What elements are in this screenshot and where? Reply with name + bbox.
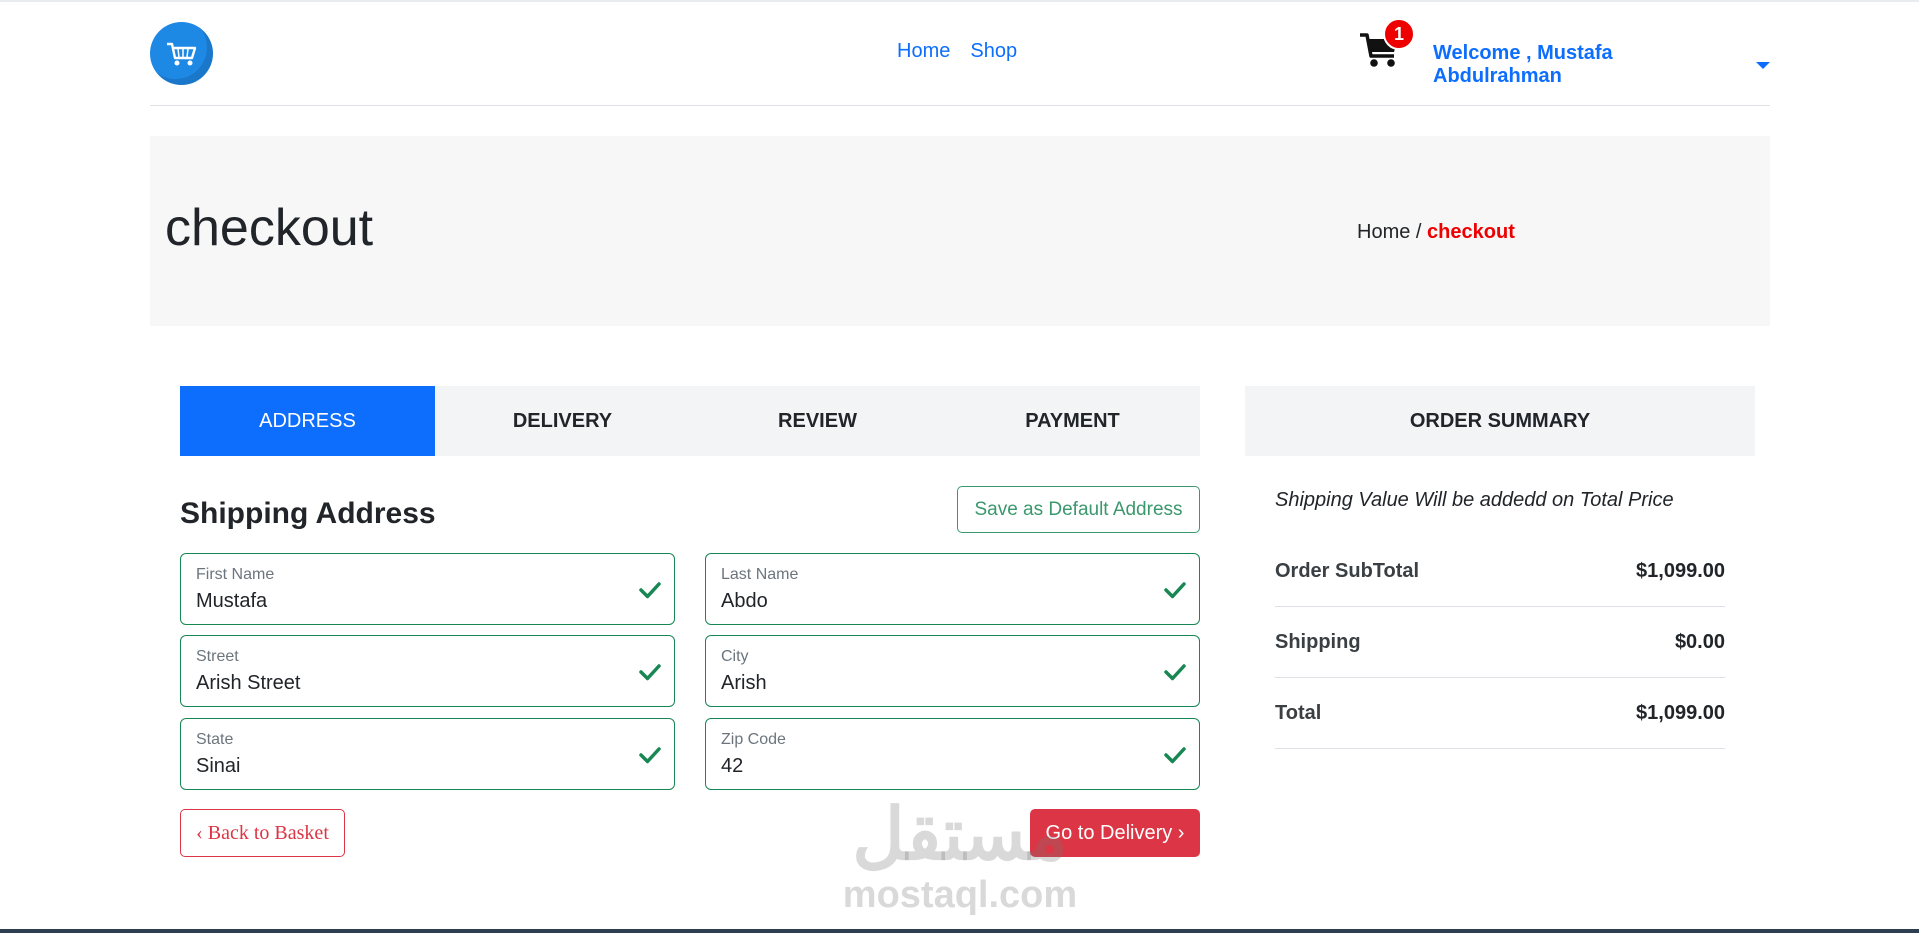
state-field[interactable]: State Sinai [180, 718, 675, 790]
zip-code-label: Zip Code [721, 731, 786, 748]
tab-review[interactable]: REVIEW [690, 386, 945, 456]
state-label: State [196, 731, 234, 748]
welcome-text: Welcome , Mustafa Abdulrahman [1433, 42, 1613, 87]
check-icon [639, 582, 661, 599]
city-label: City [721, 648, 749, 665]
nav-shop-link[interactable]: Shop [970, 40, 1017, 63]
summary-row-subtotal: Order SubTotal $1,099.00 [1275, 537, 1725, 607]
breadcrumb-home-link[interactable]: Home [1357, 221, 1410, 243]
check-icon [1164, 582, 1186, 599]
first-name-field[interactable]: First Name Mustafa [180, 553, 675, 625]
page-title: checkout [165, 199, 374, 257]
cart-count-badge: 1 [1383, 18, 1415, 50]
save-default-address-button[interactable]: Save as Default Address [957, 486, 1200, 533]
go-to-delivery-button[interactable]: Go to Delivery › [1030, 809, 1200, 857]
first-name-value: Mustafa [196, 590, 268, 612]
summary-value: $0.00 [1674, 631, 1725, 653]
bottom-bar [0, 929, 1919, 933]
summary-label: Total [1275, 702, 1322, 724]
shopping-cart-logo-icon [166, 42, 196, 65]
nav-home-link[interactable]: Home [897, 40, 950, 63]
summary-value: $1,099.00 [1636, 560, 1725, 582]
tab-payment[interactable]: PAYMENT [945, 386, 1200, 456]
back-to-basket-button[interactable]: ‹ Back to Basket [180, 809, 345, 857]
check-icon [639, 747, 661, 764]
order-summary-title: ORDER SUMMARY [1245, 386, 1755, 456]
checkout-steps: ADDRESS DELIVERY REVIEW PAYMENT [180, 386, 1200, 456]
user-menu-toggle[interactable]: Welcome , Mustafa Abdulrahman [1433, 42, 1770, 88]
street-field[interactable]: Street Arish Street [180, 635, 675, 707]
summary-row-total: Total $1,099.00 [1275, 679, 1725, 749]
watermark-latin: mostaql.com [842, 874, 1078, 916]
check-icon [1164, 664, 1186, 681]
shipping-address-title: Shipping Address [180, 497, 436, 530]
first-name-label: First Name [196, 566, 275, 583]
summary-value: $1,099.00 [1636, 702, 1725, 724]
street-label: Street [196, 648, 239, 665]
tab-address[interactable]: ADDRESS [180, 386, 435, 456]
caret-down-icon [1756, 61, 1770, 69]
tab-delivery[interactable]: DELIVERY [435, 386, 690, 456]
last-name-label: Last Name [721, 566, 799, 583]
main-nav: Home Shop [897, 40, 1017, 63]
state-value: Sinai [196, 755, 241, 777]
navbar: Home Shop 1 Welcome , Mustafa Abdulrahma… [150, 0, 1770, 106]
shipping-note: Shipping Value Will be addedd on Total P… [1275, 489, 1674, 511]
check-icon [1164, 747, 1186, 764]
street-value: Arish Street [196, 672, 301, 694]
page-header: checkout Home / checkout [150, 136, 1770, 326]
breadcrumb: Home / checkout [1357, 221, 1515, 244]
logo[interactable] [150, 22, 213, 85]
breadcrumb-separator: / [1415, 221, 1422, 243]
page: Home Shop 1 Welcome , Mustafa Abdulrahma… [0, 0, 1919, 933]
last-name-value: Abdo [721, 590, 768, 612]
zip-code-field[interactable]: Zip Code 42 [705, 718, 1200, 790]
summary-row-shipping: Shipping $0.00 [1275, 608, 1725, 678]
breadcrumb-current: checkout [1427, 221, 1515, 243]
last-name-field[interactable]: Last Name Abdo [705, 553, 1200, 625]
summary-label: Shipping [1275, 631, 1361, 653]
summary-label: Order SubTotal [1275, 560, 1420, 582]
city-field[interactable]: City Arish [705, 635, 1200, 707]
zip-code-value: 42 [721, 755, 744, 777]
city-value: Arish [721, 672, 767, 694]
check-icon [639, 664, 661, 681]
